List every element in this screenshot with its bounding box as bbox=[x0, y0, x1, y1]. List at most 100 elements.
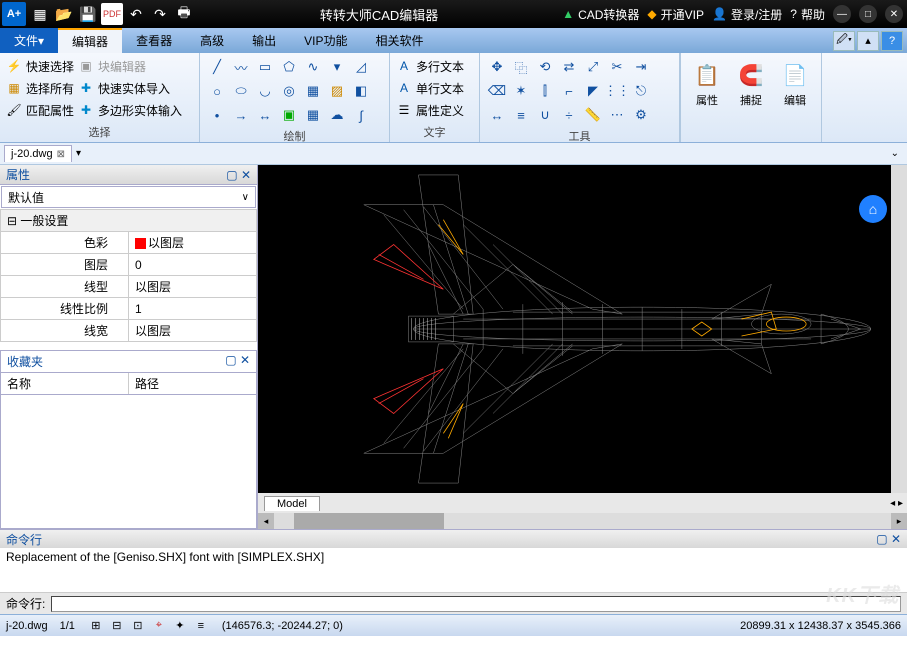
default-select[interactable]: 默认值∨ bbox=[1, 186, 256, 208]
maximize-icon[interactable]: □ bbox=[859, 5, 877, 23]
hatch-icon[interactable]: ▦ bbox=[302, 80, 324, 102]
rect-icon[interactable]: ▭ bbox=[254, 56, 276, 78]
doc-tab[interactable]: j-20.dwg⊠ bbox=[4, 145, 72, 162]
collapse-icon[interactable]: ▴ bbox=[857, 31, 879, 51]
print-icon[interactable]: 🖶 bbox=[173, 3, 195, 25]
donut-icon[interactable]: ◎ bbox=[278, 80, 300, 102]
table-row[interactable]: 线型以图层 bbox=[1, 276, 257, 298]
attr-def[interactable]: ☰属性定义 bbox=[396, 100, 464, 120]
offset-icon[interactable]: ⫿ bbox=[534, 80, 556, 102]
pdf-icon[interactable]: PDF bbox=[101, 3, 123, 25]
stext[interactable]: A单行文本 bbox=[396, 78, 464, 98]
polygon-entity-input[interactable]: ✚多边形实体输入 bbox=[78, 100, 182, 120]
move-icon[interactable]: ✥ bbox=[486, 56, 508, 78]
menu-related[interactable]: 相关软件 bbox=[361, 28, 437, 53]
ray-icon[interactable]: → bbox=[230, 104, 252, 126]
polar-toggle-icon[interactable]: ⌖ bbox=[150, 618, 168, 634]
match-props[interactable]: 🖌匹配属性 bbox=[6, 100, 74, 120]
mirror-icon[interactable]: ⇄ bbox=[558, 56, 580, 78]
divide-icon[interactable]: ÷ bbox=[558, 104, 580, 126]
table-row[interactable]: 线宽以图层 bbox=[1, 320, 257, 342]
osnap-toggle-icon[interactable]: ✦ bbox=[171, 618, 189, 634]
help-icon[interactable]: ? bbox=[881, 31, 903, 51]
menu-editor[interactable]: 编辑器 bbox=[58, 28, 122, 53]
rotate-icon[interactable]: ⟲ bbox=[534, 56, 556, 78]
doctab-dropdown-icon[interactable]: ▾ bbox=[76, 148, 81, 159]
edit-button[interactable]: 📄编辑 bbox=[775, 56, 815, 142]
horizontal-scrollbar[interactable]: ◂▸ bbox=[258, 513, 907, 529]
login-button[interactable]: 👤登录/注册 bbox=[712, 6, 782, 23]
chamfer-icon[interactable]: ◤ bbox=[582, 80, 604, 102]
cad-converter-button[interactable]: ▲CAD转换器 bbox=[562, 6, 639, 23]
quick-entity-import[interactable]: ✚快速实体导入 bbox=[78, 78, 182, 98]
lwt-toggle-icon[interactable]: ≡ bbox=[192, 618, 210, 634]
menu-file[interactable]: 文件 ▾ bbox=[0, 28, 58, 53]
close-icon[interactable]: ✕ bbox=[885, 5, 903, 23]
settings-icon[interactable]: ⚙ bbox=[630, 104, 652, 126]
vip-button[interactable]: ◆开通VIP bbox=[647, 6, 704, 23]
paint-icon[interactable]: ▨ bbox=[326, 80, 348, 102]
vertical-scrollbar[interactable] bbox=[891, 165, 907, 493]
stretch-icon[interactable]: ↔ bbox=[486, 104, 508, 126]
snap-toggle-icon[interactable]: ⊞ bbox=[87, 618, 105, 634]
menu-vip[interactable]: VIP功能 bbox=[290, 28, 361, 53]
scale-icon[interactable]: ⤢ bbox=[582, 56, 604, 78]
table-row[interactable]: 图层0 bbox=[1, 254, 257, 276]
mtext[interactable]: A多行文本 bbox=[396, 56, 464, 76]
table-icon[interactable]: ▦ bbox=[302, 104, 324, 126]
join-icon[interactable]: ∪ bbox=[534, 104, 556, 126]
xline-icon[interactable]: ↔ bbox=[254, 104, 276, 126]
command-input[interactable] bbox=[51, 596, 901, 612]
erase-icon[interactable]: ⌫ bbox=[486, 80, 508, 102]
category-row[interactable]: ⊟ 一般设置 bbox=[1, 210, 257, 232]
minimize-icon[interactable]: — bbox=[833, 5, 851, 23]
array-icon[interactable]: ⋮⋮ bbox=[606, 80, 628, 102]
open-icon[interactable]: 📂 bbox=[53, 3, 75, 25]
block-editor[interactable]: ▣块编辑器 bbox=[78, 56, 182, 76]
point-icon[interactable]: • bbox=[206, 104, 228, 126]
customize-icon[interactable]: 🖉▾ bbox=[833, 31, 855, 51]
menu-viewer[interactable]: 查看器 bbox=[122, 28, 186, 53]
break-icon[interactable]: ⎋ bbox=[630, 80, 652, 102]
table-row[interactable]: 线性比例1 bbox=[1, 298, 257, 320]
doctab-expand-icon[interactable]: ⌄ bbox=[887, 148, 903, 159]
ellipse-icon[interactable]: ⬭ bbox=[230, 80, 252, 102]
circle-icon[interactable]: ○ bbox=[206, 80, 228, 102]
menu-advanced[interactable]: 高级 bbox=[186, 28, 238, 53]
line-icon[interactable]: ╱ bbox=[206, 56, 228, 78]
favorites-header[interactable]: 收藏夹▢ ✕ bbox=[0, 350, 257, 373]
spline-icon[interactable]: ∫ bbox=[350, 104, 372, 126]
grid-toggle-icon[interactable]: ⊟ bbox=[108, 618, 126, 634]
help-button[interactable]: ?帮助 bbox=[790, 6, 825, 23]
props-button[interactable]: 📋属性 bbox=[687, 56, 727, 142]
close-tab-icon[interactable]: ⊠ bbox=[57, 149, 65, 160]
trim-icon[interactable]: ✂ bbox=[606, 56, 628, 78]
insert-icon[interactable]: ▣ bbox=[278, 104, 300, 126]
cloud-icon[interactable]: ☁ bbox=[326, 104, 348, 126]
select-all[interactable]: ▦选择所有 bbox=[6, 78, 74, 98]
polyline-icon[interactable]: 〰 bbox=[230, 56, 252, 78]
table-row[interactable]: 色彩以图层 bbox=[1, 232, 257, 254]
menu-output[interactable]: 输出 bbox=[238, 28, 290, 53]
extend-icon[interactable]: ⇥ bbox=[630, 56, 652, 78]
measure-icon[interactable]: 📏 bbox=[582, 104, 604, 126]
snap-button[interactable]: 🧲捕捉 bbox=[731, 56, 771, 142]
model-tab[interactable]: Model bbox=[264, 496, 320, 511]
ortho-toggle-icon[interactable]: ⊡ bbox=[129, 618, 147, 634]
shape-icon[interactable]: ⬠ bbox=[278, 56, 300, 78]
explode-icon[interactable]: ✶ bbox=[510, 80, 532, 102]
more-icon[interactable]: ⋯ bbox=[606, 104, 628, 126]
undo-icon[interactable]: ↶ bbox=[125, 3, 147, 25]
copy-icon[interactable]: ⿻ bbox=[510, 56, 532, 78]
new-icon[interactable]: ▦ bbox=[29, 3, 51, 25]
quick-select[interactable]: ⚡快速选择 bbox=[6, 56, 74, 76]
region-icon[interactable]: ◧ bbox=[350, 80, 372, 102]
align-icon[interactable]: ≡ bbox=[510, 104, 532, 126]
redo-icon[interactable]: ↷ bbox=[149, 3, 171, 25]
view-cube-icon[interactable]: ⌂ bbox=[859, 195, 887, 223]
fillet-icon[interactable]: ⌐ bbox=[558, 80, 580, 102]
dropdown-icon[interactable]: ▾ bbox=[326, 56, 348, 78]
curve-icon[interactable]: ∿ bbox=[302, 56, 324, 78]
save-icon[interactable]: 💾 bbox=[77, 3, 99, 25]
angle-icon[interactable]: ◿ bbox=[350, 56, 372, 78]
